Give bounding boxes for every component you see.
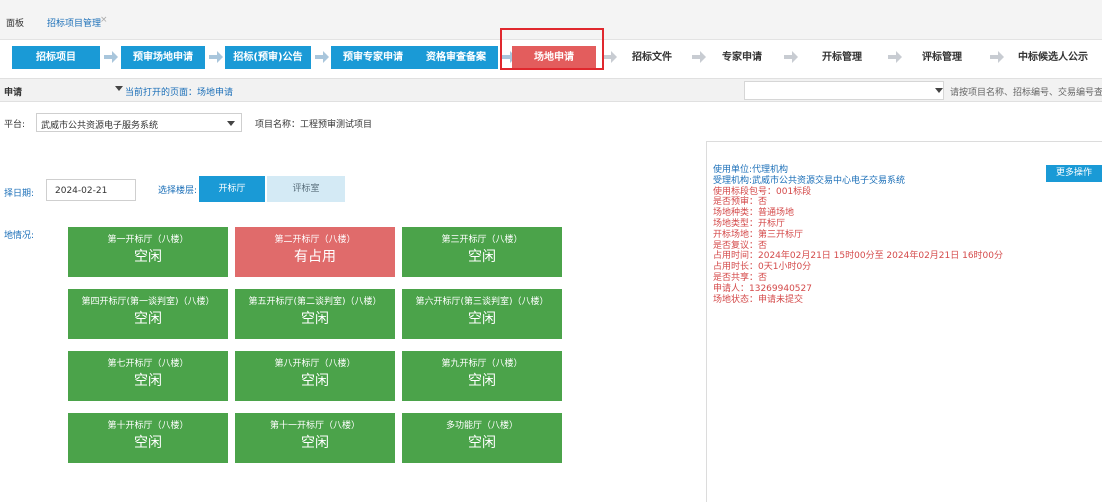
room-status: 空闲 xyxy=(468,249,496,265)
room-name: 第九开标厅（八楼） xyxy=(441,359,523,369)
room-name: 第二开标厅（八楼） xyxy=(274,235,356,245)
tab-dashboard[interactable]: 面板 xyxy=(6,16,24,29)
room-card[interactable]: 第九开标厅（八楼） 空闲 xyxy=(402,351,562,401)
detail-line: 申请人：13269940527 xyxy=(713,283,812,294)
flow-step-expert-application[interactable]: 专家申请 xyxy=(712,46,772,69)
room-name: 第六开标厅(第三谈判室)（八楼） xyxy=(415,297,549,307)
flow-step-announcement[interactable]: 招标(预审)公告 xyxy=(225,46,311,69)
flow-step-bid-documents[interactable]: 招标文件 xyxy=(622,46,682,69)
room-status: 空闲 xyxy=(301,311,329,327)
chevron-down-icon xyxy=(227,121,235,126)
flow-step-qualification-filing[interactable]: 资格审查备案 xyxy=(414,46,498,69)
room-name: 第八开标厅（八楼） xyxy=(274,359,356,369)
room-name: 第四开标厅(第一谈判室)（八楼） xyxy=(81,297,215,307)
room-status: 空闲 xyxy=(134,249,162,265)
chevron-down-icon[interactable] xyxy=(115,86,123,91)
search-input[interactable]: 请按项目名称、招标编号、交易编号查 xyxy=(950,85,1102,98)
flow-arrow-icon xyxy=(104,51,118,63)
room-card[interactable]: 第十一开标厅（八楼） 空闲 xyxy=(235,413,395,463)
flow-step-prequal-venue[interactable]: 预审场地申请 xyxy=(121,46,205,69)
info-bar: 申请 当前打开的页面：场地申请 请按项目名称、招标编号、交易编号查 xyxy=(0,78,1102,102)
platform-select[interactable]: 武威市公共资源电子服务系统 xyxy=(36,113,242,132)
flow-arrow-icon xyxy=(315,51,329,63)
platform-value: 武威市公共资源电子服务系统 xyxy=(41,121,159,131)
detail-line: 使用标段包号：001标段 xyxy=(713,186,812,197)
room-card[interactable]: 第三开标厅（八楼） 空闲 xyxy=(402,227,562,277)
room-card[interactable]: 第四开标厅(第一谈判室)（八楼） 空闲 xyxy=(68,289,228,339)
room-name: 第十一开标厅（八楼） xyxy=(269,421,360,431)
project-name: 项目名称：工程预审测试项目 xyxy=(255,120,373,130)
detail-line: 开标场地：第三开标厅 xyxy=(713,229,804,240)
date-input[interactable]: 2024-02-21 xyxy=(46,179,136,201)
more-actions-button[interactable]: 更多操作 xyxy=(1046,165,1102,182)
flow-arrow-icon xyxy=(692,51,706,63)
detail-line: 场地类型：开标厅 xyxy=(713,218,786,229)
opening-hall-button[interactable]: 开标厅 xyxy=(199,176,265,202)
evaluation-room-button[interactable]: 评标室 xyxy=(267,176,345,202)
room-card[interactable]: 多功能厅（八楼） 空闲 xyxy=(402,413,562,463)
room-card[interactable]: 第八开标厅（八楼） 空闲 xyxy=(235,351,395,401)
detail-line: 场地种类：普通场地 xyxy=(713,208,795,219)
detail-line: 占用时间：2024年02月21日 15时00分至 2024年02月21日 16时… xyxy=(713,251,1004,262)
room-status: 空闲 xyxy=(301,373,329,389)
detail-line: 是否复议：否 xyxy=(713,240,768,251)
room-card[interactable]: 第二开标厅（八楼） 有占用 xyxy=(235,227,395,277)
room-name: 第一开标厅（八楼） xyxy=(107,235,189,245)
room-status: 空闲 xyxy=(134,373,162,389)
date-label: 择日期: xyxy=(4,189,35,199)
room-name: 第七开标厅（八楼） xyxy=(107,359,189,369)
current-page-text: 当前打开的页面：场地申请 xyxy=(125,88,234,98)
room-name: 第五开标厅(第二谈判室)（八楼） xyxy=(248,297,382,307)
venue-status-label: 地情况: xyxy=(4,231,35,241)
module-label: 申请 xyxy=(4,88,23,98)
tab-close-icon[interactable]: × xyxy=(100,15,108,25)
flow-step-prequal-expert[interactable]: 预审专家申请 xyxy=(331,46,415,69)
flow-step-opening-management[interactable]: 开标管理 xyxy=(812,46,872,69)
room-card[interactable]: 第十开标厅（八楼） 空闲 xyxy=(68,413,228,463)
current-step-highlight xyxy=(500,28,604,70)
flow-arrow-icon xyxy=(784,51,798,63)
flow-arrow-icon xyxy=(990,51,1004,63)
room-card[interactable]: 第五开标厅(第二谈判室)（八楼） 空闲 xyxy=(235,289,395,339)
flow-arrow-icon xyxy=(888,51,902,63)
room-status: 空闲 xyxy=(468,435,496,451)
room-name: 多功能厅（八楼） xyxy=(445,421,518,431)
chevron-down-icon[interactable] xyxy=(935,88,943,93)
room-status: 空闲 xyxy=(134,435,162,451)
room-name: 第三开标厅（八楼） xyxy=(441,235,523,245)
room-status: 有占用 xyxy=(294,249,336,265)
room-status: 空闲 xyxy=(468,373,496,389)
search-select[interactable] xyxy=(744,81,944,100)
tab-bid-project-management[interactable]: 招标项目管理 xyxy=(47,16,101,29)
detail-line: 是否共享：否 xyxy=(713,272,768,283)
floor-label: 选择楼层: xyxy=(158,186,198,196)
room-status: 空闲 xyxy=(301,435,329,451)
detail-line: 场地状态：申请未提交 xyxy=(713,294,804,305)
room-card[interactable]: 第一开标厅（八楼） 空闲 xyxy=(68,227,228,277)
detail-line: 受理机构:武威市公共资源交易中心电子交易系统 xyxy=(713,175,906,186)
detail-line: 使用单位:代理机构 xyxy=(713,165,789,175)
platform-label: 平台: xyxy=(4,120,26,130)
room-name: 第十开标厅（八楼） xyxy=(107,421,189,431)
detail-line: 占用时长：0天1小时0分 xyxy=(713,262,812,273)
flow-arrow-icon xyxy=(209,51,223,63)
flow-step-bid-project[interactable]: 招标项目 xyxy=(12,46,100,69)
detail-line: 是否预审：否 xyxy=(713,197,768,208)
flow-step-evaluation-management[interactable]: 评标管理 xyxy=(912,46,972,69)
venue-detail-list: 使用单位:代理机构 受理机构:武威市公共资源交易中心电子交易系统 使用标段包号：… xyxy=(713,165,1003,305)
room-card[interactable]: 第六开标厅(第三谈判室)（八楼） 空闲 xyxy=(402,289,562,339)
room-status: 空闲 xyxy=(134,311,162,327)
room-status: 空闲 xyxy=(468,311,496,327)
flow-step-candidate-publicity[interactable]: 中标候选人公示 xyxy=(1008,46,1098,69)
room-card[interactable]: 第七开标厅（八楼） 空闲 xyxy=(68,351,228,401)
flow-arrow-icon xyxy=(603,51,617,63)
date-value: 2024-02-21 xyxy=(55,186,108,196)
